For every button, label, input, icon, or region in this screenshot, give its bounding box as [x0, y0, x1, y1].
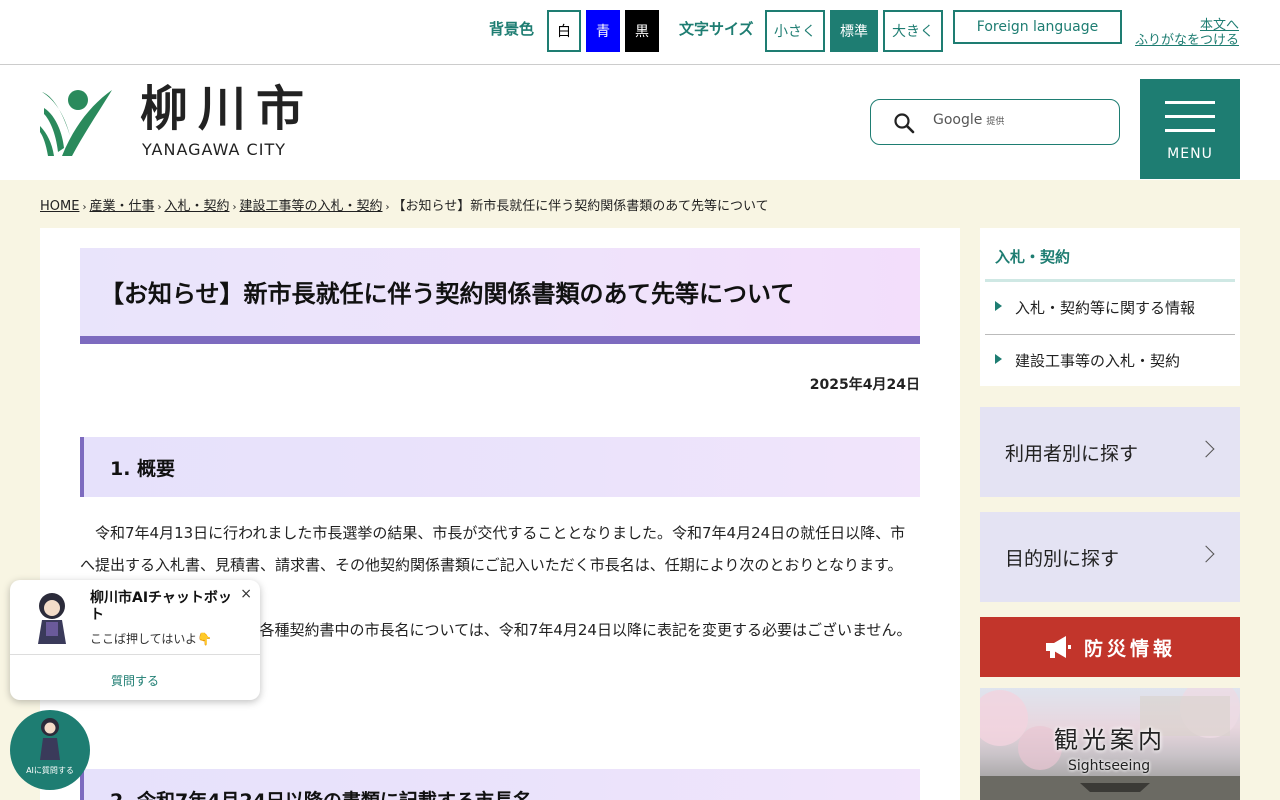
- chatbot-launcher-label: AIに質問する: [26, 766, 74, 775]
- menu-button[interactable]: MENU: [1140, 79, 1240, 179]
- text-large-button[interactable]: 大きく: [883, 10, 943, 52]
- chatbot-title: 柳川市AIチャットボット: [90, 590, 232, 623]
- page-title: 【お知らせ】新市長就任に伴う契約関係書類のあて先等について: [100, 280, 795, 308]
- megaphone-icon: [1046, 636, 1071, 658]
- sidebar-item-bid-info[interactable]: 入札・契約等に関する情報: [985, 282, 1235, 334]
- sidebar-heading[interactable]: 入札・契約: [995, 246, 1070, 267]
- breadcrumb-construction-bidding[interactable]: 建設工事等の入札・契約: [239, 199, 382, 214]
- foreign-language-button[interactable]: Foreign language: [953, 10, 1122, 44]
- site-search-input[interactable]: Google 提供: [870, 99, 1120, 145]
- triangle-right-icon: [995, 301, 1002, 311]
- main-content: 【お知らせ】新市長就任に伴う契約関係書類のあて先等について 2025年4月24日…: [40, 228, 960, 800]
- breadcrumb: HOME › 産業・仕事 › 入札・契約 › 建設工事等の入札・契約 › 【お知らせ】新市長就任…: [40, 199, 769, 214]
- close-icon[interactable]: ×: [240, 586, 252, 602]
- city-logo-icon[interactable]: [40, 86, 114, 158]
- sightseeing-banner[interactable]: 観光案内 Sightseeing: [980, 688, 1240, 800]
- chevron-right-icon: [1197, 440, 1215, 458]
- site-logo-text[interactable]: 柳川市: [140, 82, 314, 136]
- section-heading-overview: 1. 概要: [80, 437, 920, 497]
- bg-black-button[interactable]: 黒: [625, 10, 659, 52]
- breadcrumb-current: 【お知らせ】新市長就任に伴う契約関係書類のあて先等について: [392, 199, 769, 214]
- sidebar-category-menu: 入札・契約 入札・契約等に関する情報 建設工事等の入札・契約: [980, 228, 1240, 386]
- breadcrumb-bidding[interactable]: 入札・契約: [164, 199, 229, 214]
- sidebar-item-construction-bidding[interactable]: 建設工事等の入札・契約: [985, 335, 1235, 387]
- utility-bar: 背景色 白 青 黒 文字サイズ 小さく 標準 大きく Foreign langu…: [0, 0, 1280, 65]
- skip-to-main-link[interactable]: 本文へ: [1135, 18, 1239, 33]
- search-icon[interactable]: [893, 112, 915, 134]
- breadcrumb-industry[interactable]: 産業・仕事: [89, 199, 154, 214]
- chevron-right-icon: [1197, 545, 1215, 563]
- sightseeing-title: 観光案内: [1054, 726, 1166, 754]
- text-normal-button[interactable]: 標準: [830, 10, 878, 52]
- find-by-purpose-button[interactable]: 目的別に探す: [980, 512, 1240, 602]
- disaster-info-button[interactable]: 防災情報: [980, 617, 1240, 677]
- page-title-box: 【お知らせ】新市長就任に伴う契約関係書類のあて先等について: [80, 248, 920, 344]
- find-by-user-button[interactable]: 利用者別に探す: [980, 407, 1240, 497]
- skip-links: 本文へ ふりがなをつける: [1135, 18, 1239, 48]
- chatbot-popup: 柳川市AIチャットボット × ここば押してはいよ👇 質問する: [10, 580, 260, 700]
- bg-white-button[interactable]: 白: [547, 10, 581, 52]
- bg-color-label: 背景色: [489, 20, 535, 38]
- publish-date: 2025年4月24日: [809, 377, 920, 393]
- menu-label: MENU: [1167, 146, 1213, 162]
- breadcrumb-home[interactable]: HOME: [40, 199, 79, 214]
- chatbot-avatar-icon: [38, 593, 66, 644]
- section-heading-mayor-name: 2. 令和7年4月24日以降の書類に記載する市長名: [80, 769, 920, 800]
- section-paragraph: 令和7年4月13日に行われました市長選挙の結果、市長が交代することとなりました。…: [80, 524, 906, 574]
- text-size-label: 文字サイズ: [679, 20, 754, 38]
- triangle-right-icon: [995, 354, 1002, 364]
- google-search-watermark: Google 提供: [933, 112, 1005, 128]
- furigana-link[interactable]: ふりがなをつける: [1135, 33, 1239, 48]
- text-small-button[interactable]: 小さく: [765, 10, 825, 52]
- chatbot-message: ここば押してはいよ👇: [90, 632, 213, 646]
- hamburger-icon: [1165, 101, 1215, 104]
- chatbot-launcher-button[interactable]: AIに質問する: [10, 710, 90, 790]
- chatbot-ask-button[interactable]: 質問する: [10, 672, 260, 689]
- chatbot-avatar-icon: [40, 718, 60, 760]
- bg-blue-button[interactable]: 青: [586, 10, 620, 52]
- sightseeing-subtitle: Sightseeing: [1068, 758, 1151, 774]
- site-header: 柳川市 YANAGAWA CITY Google 提供 MENU: [0, 66, 1280, 180]
- site-logo-subtitle: YANAGAWA CITY: [142, 140, 286, 159]
